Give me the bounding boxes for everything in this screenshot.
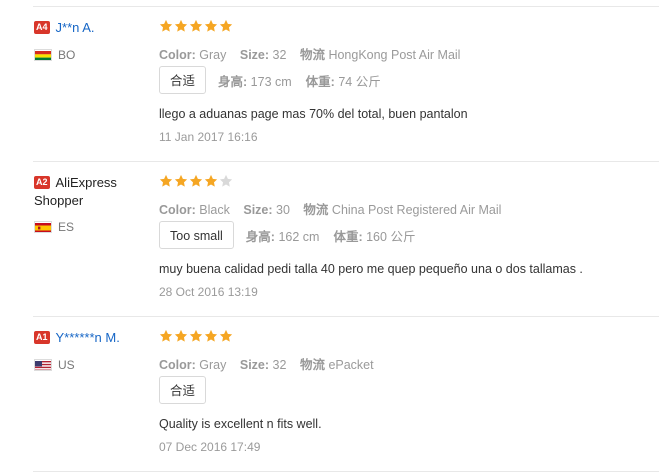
- country-code: BO: [58, 48, 76, 62]
- star-filled-icon: [219, 19, 233, 32]
- buyer-country: BO: [34, 48, 75, 62]
- country-code: ES: [58, 220, 75, 234]
- order-attributes: Color: Gray Size: 32 物流 HongKong Post Ai…: [159, 48, 461, 62]
- buyer-info: A1 Y******n M. US: [34, 329, 149, 372]
- star-empty-icon: [219, 174, 233, 187]
- usa-flag-icon: [34, 359, 52, 371]
- weight-info: 体重: 160 公斤: [333, 229, 416, 244]
- buyer-name-link[interactable]: Y******n M.: [56, 330, 120, 345]
- review-text: Quality is excellent n fits well.: [159, 417, 322, 431]
- order-attributes: Color: Gray Size: 32 物流 ePacket: [159, 358, 374, 372]
- buyer-level-badge: A4: [34, 21, 50, 34]
- star-filled-icon: [204, 19, 218, 32]
- buyer-name-link[interactable]: J**n A.: [56, 20, 95, 35]
- star-filled-icon: [189, 19, 203, 32]
- review-date: 28 Oct 2016 13:19: [159, 285, 258, 299]
- buyer-country: US: [34, 358, 75, 372]
- buyer-level-badge: A1: [34, 331, 50, 344]
- review-text: muy buena calidad pedi talla 40 pero me …: [159, 262, 583, 276]
- country-code: US: [58, 358, 75, 372]
- star-filled-icon: [174, 174, 188, 187]
- weight-info: 体重: 74 公斤: [305, 74, 381, 89]
- bolivia-flag-icon: [34, 49, 52, 61]
- buyer-level-badge: A2: [34, 176, 50, 189]
- star-filled-icon: [204, 174, 218, 187]
- divider: [33, 316, 659, 317]
- divider: [33, 471, 659, 472]
- star-rating: [159, 19, 659, 37]
- star-rating: [159, 329, 659, 347]
- review-date: 11 Jan 2017 16:16: [159, 130, 258, 144]
- order-attributes: Color: Black Size: 30 物流 China Post Regi…: [159, 203, 502, 217]
- review-item: A4 J**n A. BO Color: Gray Size: 32 物流 Hon…: [0, 19, 659, 159]
- star-filled-icon: [159, 19, 173, 32]
- review-text: llego a aduanas page mas 70% del total, …: [159, 107, 468, 121]
- divider: [33, 6, 659, 7]
- height-info: 身高: 162 cm: [245, 229, 320, 244]
- review-item: A1 Y******n M. US Color: Gray Size: 32 物流…: [0, 329, 659, 469]
- star-rating: [159, 174, 659, 192]
- star-filled-icon: [219, 329, 233, 342]
- height-info: 身高: 173 cm: [218, 74, 292, 89]
- star-filled-icon: [174, 19, 188, 32]
- buyer-info: A2 AliExpress Shopper ES: [34, 174, 149, 234]
- star-filled-icon: [189, 174, 203, 187]
- buyer-country: ES: [34, 220, 74, 234]
- review-date: 07 Dec 2016 17:49: [159, 440, 261, 454]
- star-filled-icon: [159, 174, 173, 187]
- fit-chip: 合适: [159, 376, 207, 404]
- fit-chip: Too small: [159, 221, 234, 249]
- star-filled-icon: [159, 329, 173, 342]
- fit-chip: 合适: [159, 66, 207, 94]
- star-filled-icon: [174, 329, 188, 342]
- divider: [33, 161, 659, 162]
- star-filled-icon: [189, 329, 203, 342]
- star-filled-icon: [204, 329, 218, 342]
- buyer-info: A4 J**n A. BO: [34, 19, 149, 62]
- spain-flag-icon: [34, 221, 52, 233]
- review-item: A2 AliExpress Shopper ES Color: Black Siz…: [0, 174, 659, 314]
